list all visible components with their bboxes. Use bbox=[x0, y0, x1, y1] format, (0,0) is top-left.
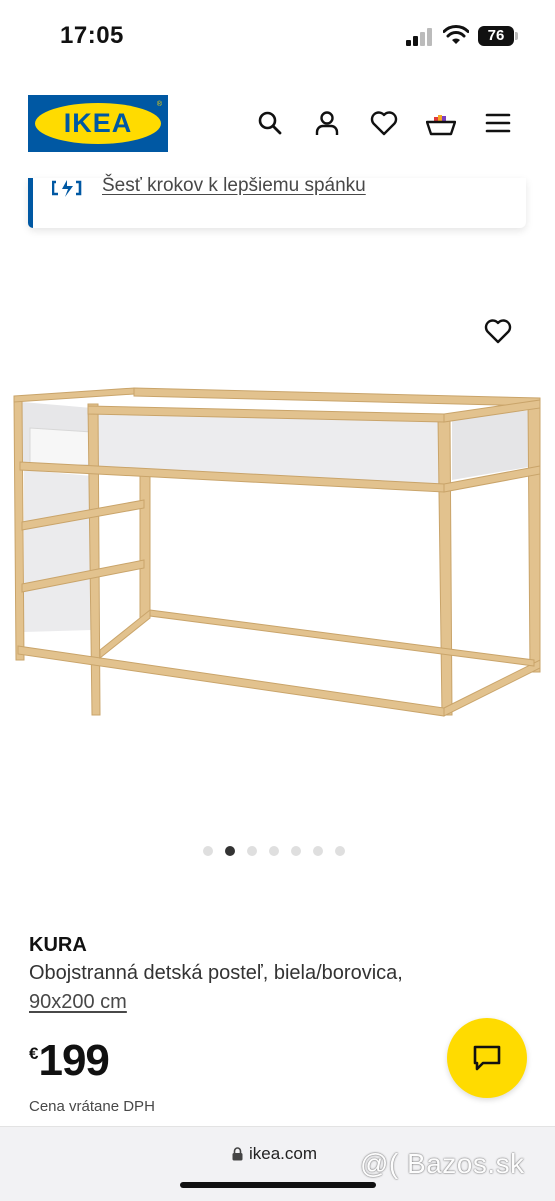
add-to-favourites-icon[interactable] bbox=[484, 318, 512, 349]
search-icon[interactable] bbox=[255, 108, 285, 138]
battery-indicator: 76 bbox=[478, 26, 514, 46]
carousel-dot[interactable] bbox=[203, 846, 213, 856]
banner-link[interactable]: Šesť krokov k lepšiemu spánku bbox=[102, 175, 366, 197]
status-bar: 17:05 76 bbox=[0, 0, 555, 72]
product-name: KURA bbox=[29, 934, 87, 956]
product-image[interactable] bbox=[0, 370, 555, 730]
carousel-dot[interactable] bbox=[247, 846, 257, 856]
lock-icon bbox=[232, 1147, 243, 1161]
watermark-text: @( Bazos.sk bbox=[360, 1148, 525, 1179]
promo-banner[interactable]: Šesť krokov k lepšiemu spánku bbox=[28, 175, 526, 228]
price-currency: € bbox=[29, 1044, 39, 1063]
product-size-link[interactable]: 90x200 cm bbox=[29, 991, 127, 1014]
product-description: Obojstranná detská posteľ, biela/borovic… bbox=[29, 962, 403, 984]
banner-accent-bar bbox=[28, 178, 33, 228]
cellular-signal-icon bbox=[406, 28, 432, 46]
price-value: 199 bbox=[38, 1036, 109, 1085]
carousel-dot[interactable] bbox=[269, 846, 279, 856]
logo-wordmark: IKEA bbox=[63, 108, 133, 138]
product-price: €199 bbox=[29, 1036, 110, 1086]
wifi-icon bbox=[443, 25, 469, 44]
price-vat-note: Cena vrátane DPH bbox=[29, 1098, 155, 1115]
url-text: ikea.com bbox=[249, 1144, 318, 1163]
favourites-heart-icon[interactable] bbox=[369, 108, 399, 138]
battery-tip bbox=[515, 32, 518, 40]
url-field[interactable]: ikea.com bbox=[232, 1144, 317, 1164]
carousel-dot[interactable] bbox=[335, 846, 345, 856]
chat-button[interactable] bbox=[447, 1018, 527, 1098]
carousel-dot[interactable] bbox=[313, 846, 323, 856]
carousel-dot[interactable] bbox=[291, 846, 301, 856]
ikea-logo[interactable]: IKEA ® bbox=[28, 95, 168, 152]
chat-icon bbox=[473, 1045, 501, 1071]
carousel-dot[interactable] bbox=[225, 846, 235, 856]
image-carousel-dots bbox=[203, 846, 345, 856]
status-time: 17:05 bbox=[60, 22, 124, 49]
account-icon[interactable] bbox=[312, 108, 342, 138]
basket-icon[interactable] bbox=[426, 108, 456, 138]
sleep-icon bbox=[52, 180, 82, 197]
home-indicator[interactable] bbox=[180, 1182, 376, 1188]
menu-icon[interactable] bbox=[483, 108, 513, 138]
